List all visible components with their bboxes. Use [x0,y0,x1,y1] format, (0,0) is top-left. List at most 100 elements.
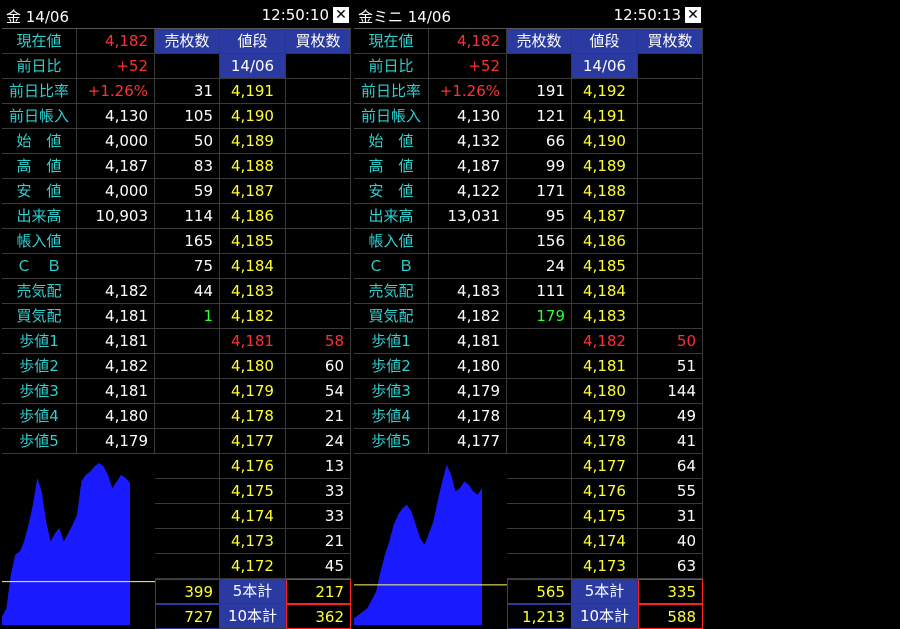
sell-qty[interactable]: 24 [507,254,572,279]
sell-qty[interactable]: 156 [507,229,572,254]
price-level[interactable]: 4,187 [220,179,286,204]
price-level[interactable]: 4,174 [220,504,286,529]
price-level[interactable]: 4,178 [572,429,638,454]
sell-qty[interactable] [507,454,572,479]
buy-qty[interactable]: 58 [286,329,351,354]
sell-qty[interactable] [507,379,572,404]
price-level[interactable]: 4,173 [572,554,638,579]
sell-qty[interactable] [155,554,220,579]
sell-qty[interactable] [507,554,572,579]
buy-qty[interactable] [638,204,703,229]
sell-qty[interactable]: 165 [155,229,220,254]
buy-qty[interactable] [638,104,703,129]
buy-qty[interactable] [286,279,351,304]
buy-qty[interactable]: 41 [638,429,703,454]
buy-qty[interactable]: 49 [638,404,703,429]
price-level[interactable]: 4,179 [220,379,286,404]
buy-qty[interactable]: 40 [638,529,703,554]
price-level[interactable]: 4,189 [572,154,638,179]
buy-qty[interactable]: 33 [286,479,351,504]
price-level[interactable]: 4,190 [572,129,638,154]
sell-qty[interactable]: 59 [155,179,220,204]
price-level[interactable]: 4,178 [220,404,286,429]
sell-qty[interactable] [155,354,220,379]
sell-qty[interactable]: 1 [155,304,220,329]
buy-qty[interactable] [638,154,703,179]
price-level[interactable]: 4,179 [572,404,638,429]
price-level[interactable]: 4,176 [572,479,638,504]
price-level[interactable]: 4,183 [572,304,638,329]
sell-qty[interactable]: 179 [507,304,572,329]
price-level[interactable]: 4,182 [220,304,286,329]
sell-qty[interactable]: 191 [507,79,572,104]
buy-qty[interactable] [286,229,351,254]
sell-qty[interactable] [155,379,220,404]
price-level[interactable]: 4,192 [572,79,638,104]
price-level[interactable]: 4,184 [220,254,286,279]
price-level[interactable]: 4,180 [220,354,286,379]
buy-qty[interactable]: 60 [286,354,351,379]
price-level[interactable]: 4,172 [220,554,286,579]
buy-qty[interactable] [286,204,351,229]
sell-qty[interactable]: 171 [507,179,572,204]
sell-qty[interactable]: 83 [155,154,220,179]
buy-qty[interactable]: 33 [286,504,351,529]
sell-qty[interactable] [155,329,220,354]
close-icon[interactable]: ✕ [333,7,349,23]
price-level[interactable]: 4,186 [572,229,638,254]
price-level[interactable]: 4,176 [220,454,286,479]
price-level[interactable]: 4,175 [220,479,286,504]
sell-qty[interactable] [507,329,572,354]
sell-qty[interactable]: 105 [155,104,220,129]
sell-qty[interactable] [155,404,220,429]
buy-qty[interactable] [286,79,351,104]
sell-qty[interactable]: 50 [155,129,220,154]
sell-qty[interactable]: 31 [155,79,220,104]
sell-qty[interactable] [155,504,220,529]
price-level[interactable]: 4,177 [572,454,638,479]
sell-qty[interactable] [507,429,572,454]
sell-qty[interactable] [507,479,572,504]
price-level[interactable]: 4,177 [220,429,286,454]
sell-qty[interactable]: 75 [155,254,220,279]
price-level[interactable]: 4,184 [572,279,638,304]
buy-qty[interactable]: 51 [638,354,703,379]
sell-qty[interactable]: 95 [507,204,572,229]
price-level[interactable]: 4,181 [572,354,638,379]
sell-qty[interactable] [507,529,572,554]
sell-qty[interactable] [507,354,572,379]
buy-qty[interactable] [286,179,351,204]
price-level[interactable]: 4,186 [220,204,286,229]
buy-qty[interactable]: 54 [286,379,351,404]
price-level[interactable]: 4,191 [220,79,286,104]
sell-qty[interactable] [155,529,220,554]
buy-qty[interactable]: 31 [638,504,703,529]
buy-qty[interactable] [286,104,351,129]
buy-qty[interactable] [638,179,703,204]
price-level[interactable]: 4,183 [220,279,286,304]
price-level[interactable]: 4,175 [572,504,638,529]
sell-qty[interactable]: 121 [507,104,572,129]
price-level[interactable]: 4,182 [572,329,638,354]
price-level[interactable]: 4,187 [572,204,638,229]
price-level[interactable]: 4,181 [220,329,286,354]
buy-qty[interactable]: 13 [286,454,351,479]
sell-qty[interactable] [155,479,220,504]
buy-qty[interactable] [638,279,703,304]
buy-qty[interactable]: 50 [638,329,703,354]
price-level[interactable]: 4,190 [220,104,286,129]
sell-qty[interactable] [155,429,220,454]
buy-qty[interactable] [638,304,703,329]
sell-qty[interactable] [507,504,572,529]
close-icon[interactable]: ✕ [685,7,701,23]
price-level[interactable]: 4,188 [572,179,638,204]
buy-qty[interactable]: 144 [638,379,703,404]
buy-qty[interactable] [286,254,351,279]
buy-qty[interactable]: 64 [638,454,703,479]
buy-qty[interactable] [286,129,351,154]
price-level[interactable]: 4,174 [572,529,638,554]
buy-qty[interactable] [638,254,703,279]
price-level[interactable]: 4,188 [220,154,286,179]
price-level[interactable]: 4,185 [220,229,286,254]
buy-qty[interactable]: 45 [286,554,351,579]
